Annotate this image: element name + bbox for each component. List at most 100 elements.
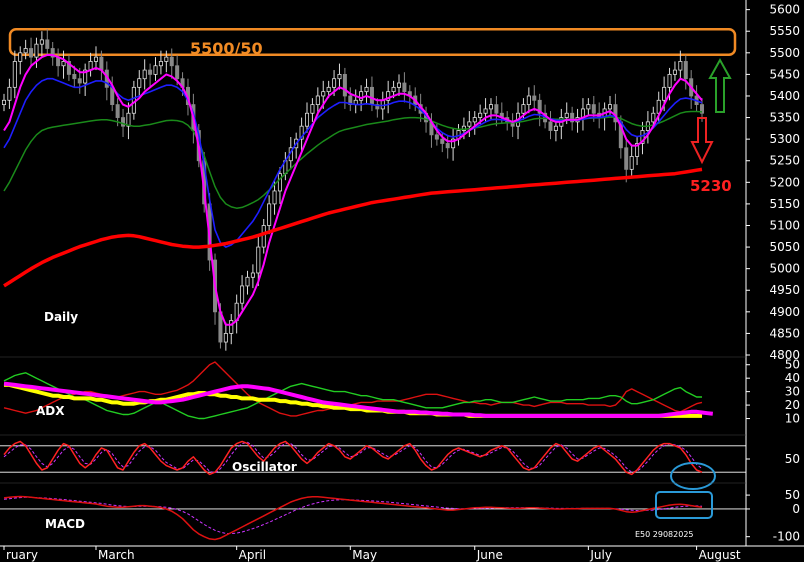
candle-body — [391, 86, 396, 93]
candle-body — [591, 104, 596, 114]
candle-body — [164, 56, 169, 62]
candle-body — [494, 104, 499, 114]
candle-body — [672, 69, 677, 75]
candle-body — [169, 56, 174, 67]
price-tick-label: 5450 — [769, 67, 800, 81]
price-tick-label: 5050 — [769, 240, 800, 254]
price-tick-label: 5600 — [769, 3, 800, 17]
candle-body — [472, 117, 477, 123]
price-tick-label: 5550 — [769, 24, 800, 38]
candle-body — [153, 65, 158, 75]
candle-body — [148, 69, 153, 75]
candle-body — [326, 86, 331, 93]
candle-body — [34, 43, 39, 58]
candle-body — [364, 86, 369, 93]
candle-body — [369, 86, 374, 106]
candle-body — [72, 73, 77, 80]
price-tick-label: 5000 — [769, 262, 800, 276]
candle-body — [256, 246, 261, 274]
macd-tick-label: 0 — [792, 502, 800, 516]
price-tick-label: 5150 — [769, 197, 800, 211]
month-label: May — [352, 548, 377, 562]
macd-tick-label: -100 — [773, 530, 800, 544]
price-tick-label: 5350 — [769, 111, 800, 125]
candle-body — [342, 73, 347, 97]
adx-tick-label: 50 — [785, 358, 800, 372]
price-tick-label: 5200 — [769, 175, 800, 189]
oscillator-tick-label: 50 — [785, 452, 800, 466]
candle-body — [261, 225, 266, 248]
watermark: E50 29082025 — [635, 530, 694, 539]
candle-body — [272, 190, 277, 205]
candle-body — [478, 112, 483, 118]
candle-body — [683, 61, 688, 80]
candle-body — [29, 48, 34, 58]
adx-tick-label: 20 — [785, 398, 800, 412]
candle-body — [526, 95, 531, 106]
month-label: June — [476, 548, 503, 562]
candle-body — [39, 39, 44, 45]
candle-body — [229, 320, 234, 334]
candle-body — [245, 276, 250, 287]
macd-panel-label: MACD — [45, 517, 85, 531]
price-tick-label: 5300 — [769, 132, 800, 146]
candle-body — [548, 121, 553, 131]
candle-body — [651, 112, 656, 123]
candle-body — [250, 272, 255, 278]
candle-body — [110, 86, 115, 106]
candle-body — [488, 104, 493, 110]
candle-body — [434, 134, 439, 140]
candle-body — [158, 61, 163, 67]
candle-body — [608, 104, 613, 110]
candle-body — [77, 78, 82, 84]
candle-body — [142, 69, 147, 80]
candle-body — [61, 61, 66, 67]
adx-tick-label: 30 — [785, 385, 800, 399]
candle-body — [467, 121, 472, 127]
support-label: 5230 — [690, 177, 732, 195]
candle-body — [175, 65, 180, 80]
price-tick-label: 4950 — [769, 283, 800, 297]
chart-background — [0, 0, 804, 562]
candle-body — [267, 203, 272, 226]
candle-body — [23, 48, 28, 54]
candle-body — [624, 147, 629, 170]
candle-body — [18, 52, 23, 62]
candle-body — [7, 86, 12, 101]
candle-body — [12, 61, 17, 88]
month-label: July — [589, 548, 612, 562]
candle-body — [629, 156, 634, 170]
candle-body — [93, 56, 98, 62]
oscillator-panel-label: Oscillator — [232, 460, 297, 474]
candle-body — [240, 285, 245, 304]
candle-body — [99, 56, 104, 71]
candle-body — [332, 78, 337, 88]
candle-body — [553, 125, 558, 131]
candle-body — [440, 138, 445, 144]
resistance-zone-label: 5500/50 — [190, 39, 263, 58]
candle-body — [131, 86, 136, 114]
price-tick-label: 5250 — [769, 154, 800, 168]
candle-body — [115, 104, 120, 118]
candle-body — [1, 99, 7, 106]
candle-body — [667, 73, 672, 88]
candle-body — [121, 117, 126, 127]
adx-tick-label: 40 — [785, 371, 800, 385]
candle-body — [662, 86, 667, 101]
candle-body — [532, 95, 537, 101]
price-panel-label: Daily — [44, 310, 78, 324]
chart: 4800485049004950500050505100515052005250… — [0, 0, 804, 562]
macd-tick-label: 50 — [785, 488, 800, 502]
price-tick-label: 5400 — [769, 89, 800, 103]
month-label: August — [699, 548, 741, 562]
candle-body — [315, 95, 320, 106]
month-label: March — [98, 548, 135, 562]
candle-body — [310, 104, 315, 114]
candle-body — [678, 61, 683, 71]
candle-body — [586, 104, 591, 110]
candle-body — [337, 73, 342, 80]
candle-body — [137, 78, 142, 88]
month-label: ruary — [6, 548, 38, 562]
price-tick-label: 4900 — [769, 305, 800, 319]
month-label: April — [239, 548, 266, 562]
